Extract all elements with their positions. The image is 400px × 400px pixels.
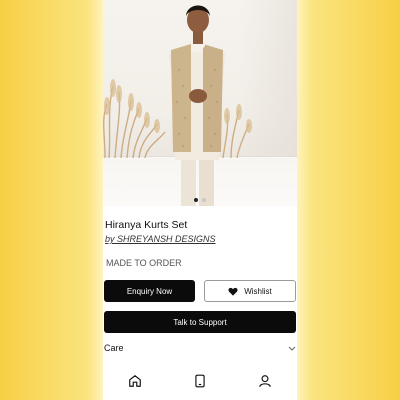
heart-icon (228, 287, 238, 296)
wishlist-label: Wishlist (244, 286, 272, 296)
care-accordion[interactable]: Care (104, 341, 296, 355)
availability-label: MADE TO ORDER (106, 258, 182, 268)
app-screen: Hiranya Kurts Set by SHREYANSH DESIGNS M… (103, 0, 297, 400)
phone-icon[interactable] (188, 369, 212, 393)
product-image-carousel[interactable] (103, 0, 297, 206)
enquiry-now-label: Enquiry Now (126, 286, 173, 296)
designer-link[interactable]: by SHREYANSH DESIGNS (105, 234, 216, 244)
talk-to-support-label: Talk to Support (173, 317, 227, 327)
carousel-dot-active[interactable] (194, 198, 198, 202)
chevron-down-icon (288, 346, 296, 351)
wishlist-button[interactable]: Wishlist (204, 280, 296, 302)
product-title: Hiranya Kurts Set (105, 219, 188, 231)
carousel-dot[interactable] (202, 198, 206, 202)
care-label: Care (104, 343, 124, 353)
talk-to-support-button[interactable]: Talk to Support (104, 311, 296, 333)
bottom-navigation (103, 368, 297, 394)
carousel-indicator (103, 198, 297, 202)
home-icon[interactable] (123, 369, 147, 393)
profile-icon[interactable] (253, 369, 277, 393)
enquiry-now-button[interactable]: Enquiry Now (104, 280, 195, 302)
product-photo (103, 5, 252, 206)
